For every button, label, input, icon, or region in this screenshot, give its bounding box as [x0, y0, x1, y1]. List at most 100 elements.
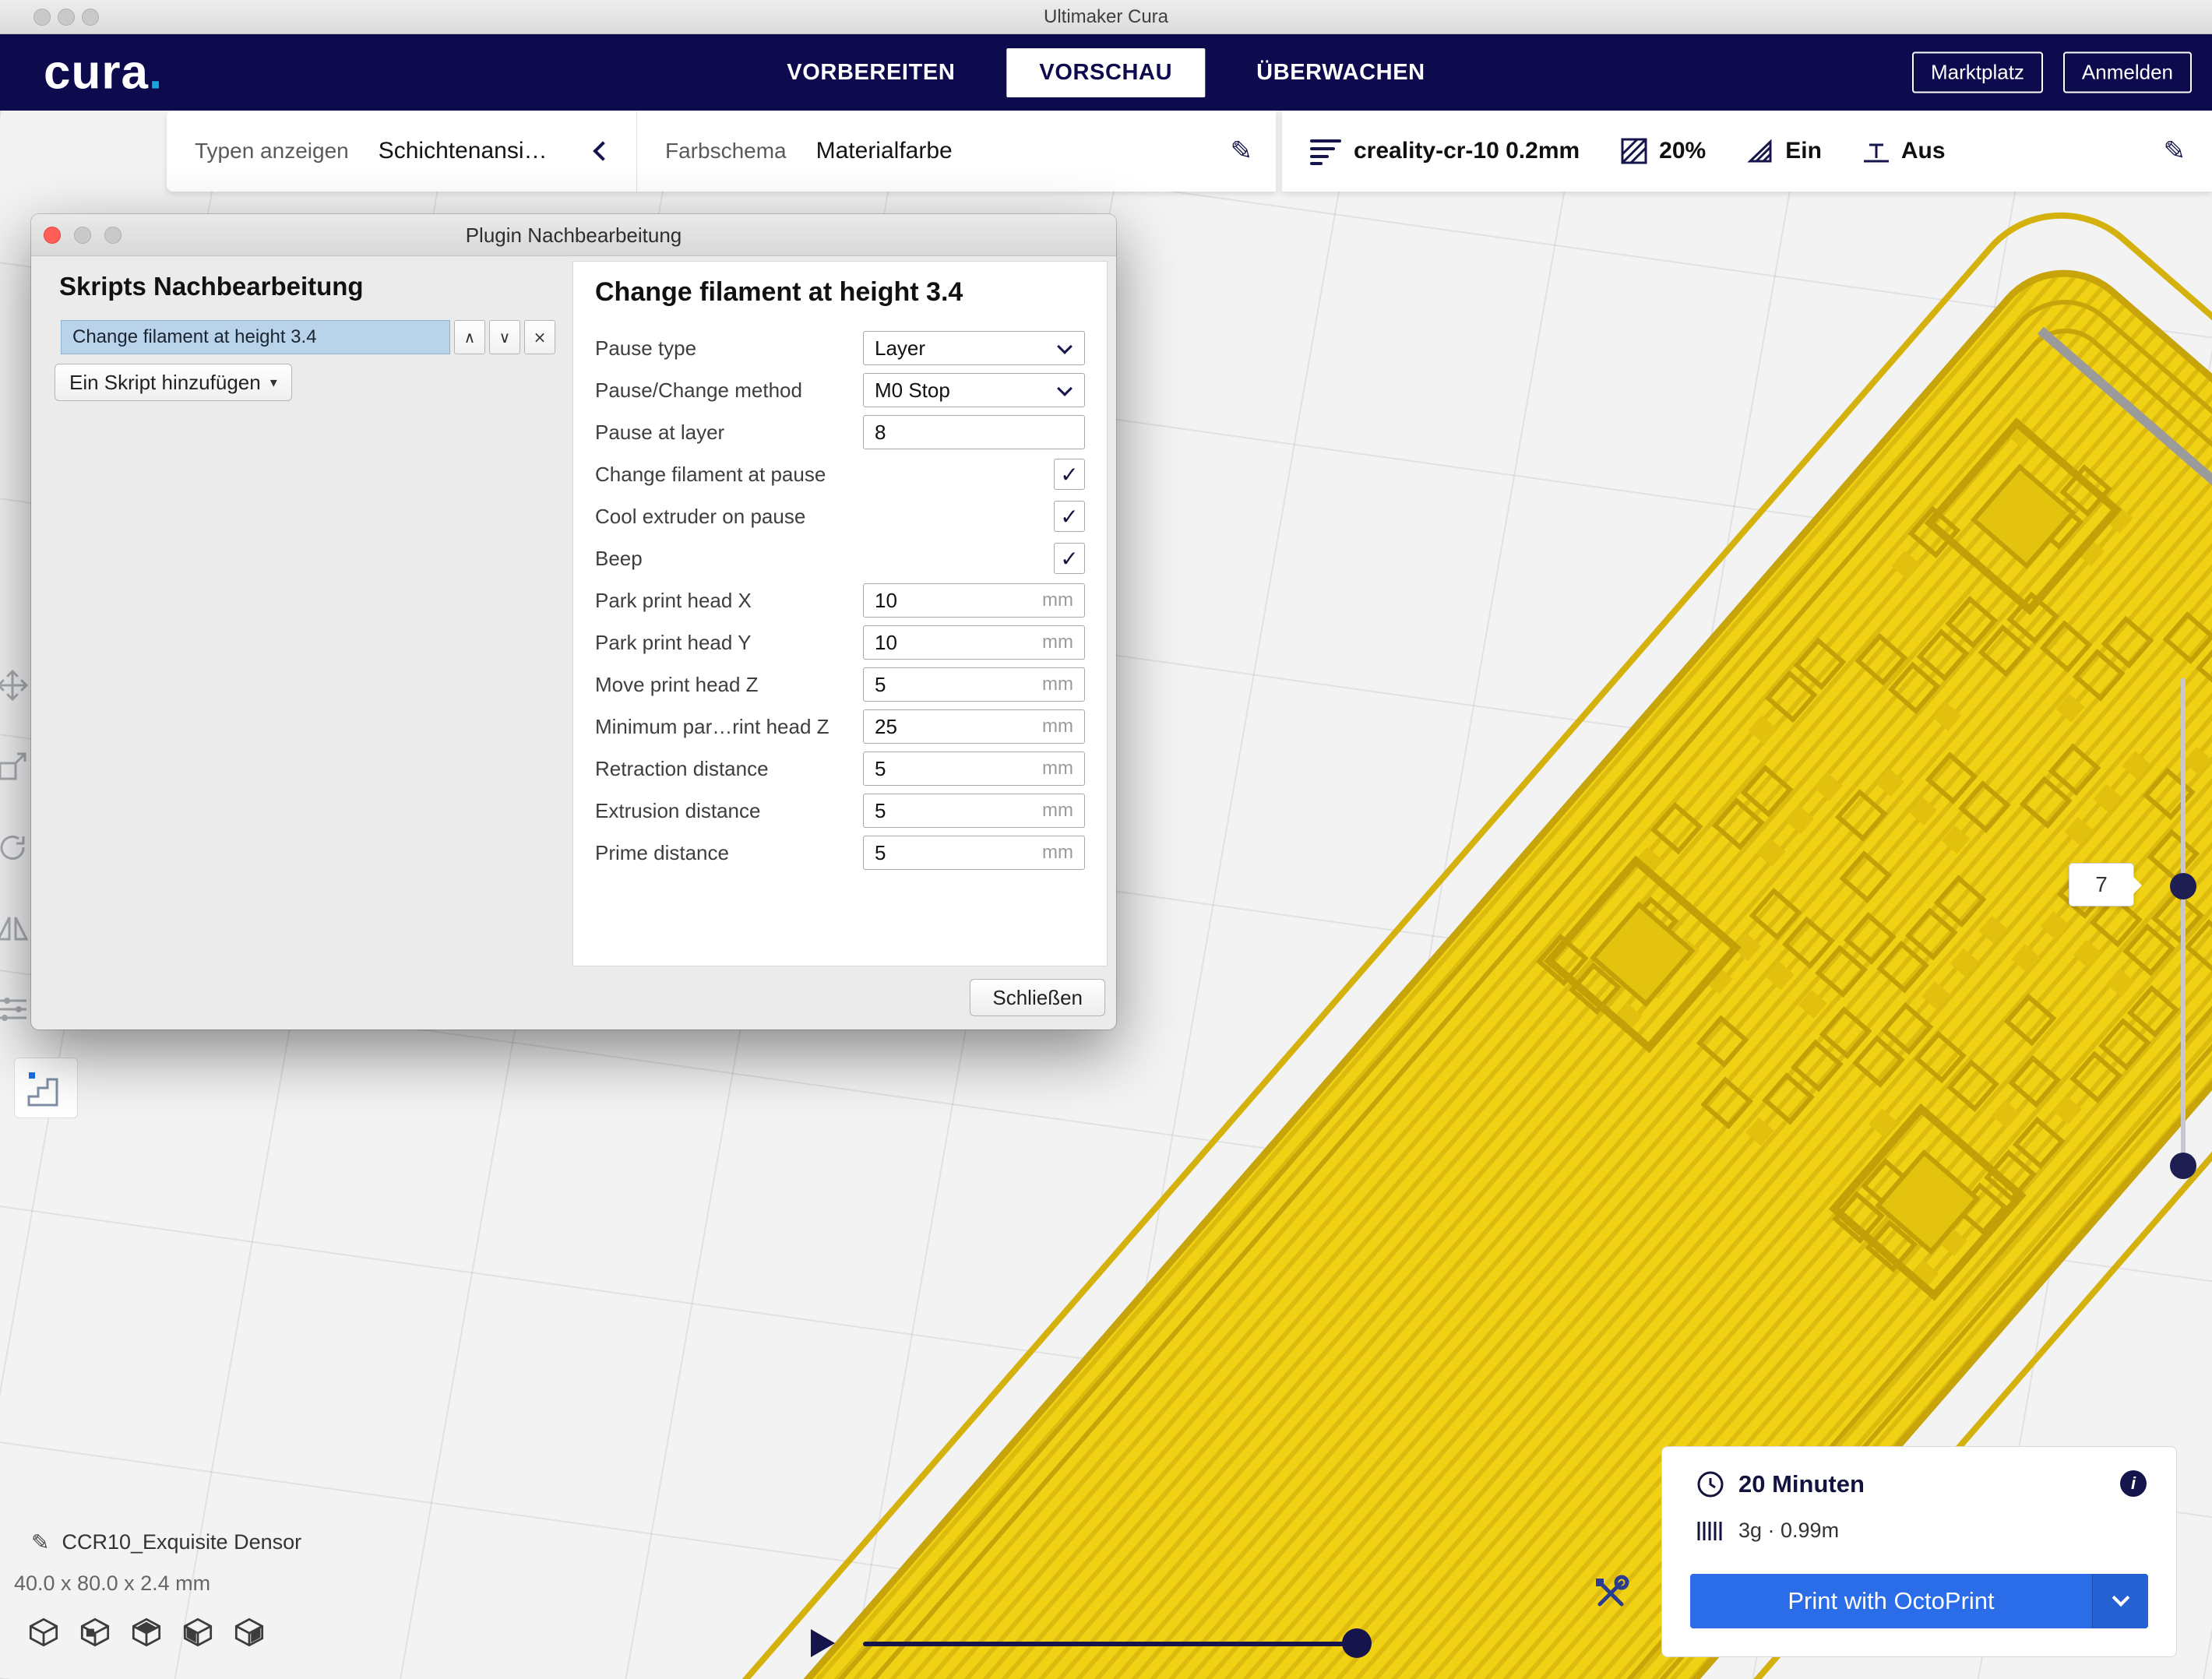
print-target-dropdown[interactable]	[2092, 1574, 2148, 1628]
signin-button[interactable]: Anmelden	[2063, 52, 2192, 93]
add-script-button[interactable]: Ein Skript hinzufügen ▾	[55, 364, 292, 401]
dialog-close-button[interactable]	[44, 227, 61, 244]
field-row: Move print head Z5mm	[595, 664, 1085, 706]
scripts-heading: Skripts Nachbearbeitung	[59, 272, 364, 301]
print-button-label: Print with OctoPrint	[1690, 1587, 2092, 1615]
layer-slider-track[interactable]	[2181, 678, 2186, 1172]
checkmark-icon: ✓	[1060, 504, 1078, 530]
print-settings-tools-icon[interactable]	[1590, 1573, 1631, 1614]
edit-print-settings-icon[interactable]: ✎	[2164, 136, 2186, 167]
print-summary-panel: 20 Minuten i 3g · 0.99m Print with OctoP…	[1661, 1446, 2177, 1657]
mirror-tool-icon[interactable]	[0, 911, 31, 945]
object-name: CCR10_Exquisite Densor	[62, 1530, 301, 1554]
dialog-zoom-button[interactable]	[104, 227, 122, 244]
view-right-icon[interactable]	[234, 1617, 265, 1648]
object-name-row: ✎ CCR10_Exquisite Densor	[31, 1529, 301, 1555]
tab-vorbereiten[interactable]: VORBEREITEN	[754, 48, 988, 97]
collapse-chevron-icon[interactable]	[593, 141, 612, 160]
field-select[interactable]: M0 Stop	[863, 373, 1085, 407]
checkmark-icon: ✓	[1060, 546, 1078, 572]
rotate-tool-icon[interactable]	[0, 830, 31, 864]
field-checkbox[interactable]: ✓	[1054, 459, 1085, 490]
field-label: Extrusion distance	[595, 799, 863, 823]
tab-vorschau[interactable]: VORSCHAU	[1006, 48, 1205, 97]
camera-view-presets	[28, 1617, 265, 1648]
adhesion-icon	[1862, 137, 1890, 165]
window-title: Ultimaker Cura	[0, 0, 2212, 34]
field-label: Pause/Change method	[595, 378, 863, 403]
field-row: Pause typeLayer	[595, 327, 1085, 369]
field-input[interactable]: 5mm	[863, 667, 1085, 702]
field-input[interactable]: 5mm	[863, 794, 1085, 828]
add-script-label: Ein Skript hinzufügen	[69, 371, 261, 395]
tab-ueberwachen[interactable]: ÜBERWACHEN	[1224, 48, 1458, 97]
window-minimize-button[interactable]	[58, 9, 75, 26]
field-input[interactable]: 10mm	[863, 625, 1085, 660]
window-zoom-button[interactable]	[82, 9, 99, 26]
field-input[interactable]: 10mm	[863, 583, 1085, 618]
field-input[interactable]: 5mm	[863, 752, 1085, 786]
app-window: Ultimaker Cura cura. VORBEREITEN VORSCHA…	[0, 0, 2212, 1679]
marketplace-button[interactable]: Marktplatz	[1912, 52, 2043, 93]
window-controls	[33, 9, 99, 26]
field-row: Extrusion distance5mm	[595, 790, 1085, 832]
field-input[interactable]: 8	[863, 415, 1085, 449]
view-3d-icon[interactable]	[28, 1617, 59, 1648]
edit-color-scheme-icon[interactable]: ✎	[1231, 136, 1253, 167]
selected-script-item[interactable]: Change filament at height 3.4	[61, 320, 450, 354]
field-input[interactable]: 25mm	[863, 709, 1085, 744]
playback-slider-handle[interactable]	[1342, 1628, 1372, 1658]
clock-icon	[1696, 1470, 1724, 1498]
per-model-settings-icon[interactable]	[0, 992, 31, 1026]
field-label: Cool extruder on pause	[595, 505, 1054, 529]
color-scheme-dropdown[interactable]: Materialfarbe	[816, 138, 953, 164]
view-front-icon[interactable]	[79, 1617, 111, 1648]
field-checkbox[interactable]: ✓	[1054, 501, 1085, 532]
field-row: Pause at layer8	[595, 411, 1085, 453]
field-input[interactable]: 5mm	[863, 836, 1085, 870]
color-scheme-label: Farbschema	[665, 139, 787, 164]
field-label: Prime distance	[595, 841, 863, 865]
material-usage-row: 3g · 0.99m	[1696, 1519, 1839, 1543]
window-close-button[interactable]	[33, 9, 51, 26]
field-row: Retraction distance5mm	[595, 748, 1085, 790]
info-icon[interactable]: i	[2120, 1470, 2147, 1497]
print-button[interactable]: Print with OctoPrint	[1690, 1574, 2148, 1628]
layer-indicator-badge: 7	[2069, 863, 2134, 906]
close-dialog-button[interactable]: Schließen	[970, 979, 1105, 1016]
field-checkbox[interactable]: ✓	[1054, 543, 1085, 574]
view-left-icon[interactable]	[182, 1617, 213, 1648]
unit-label: mm	[1042, 716, 1073, 737]
left-tool-column	[0, 668, 31, 1026]
field-select[interactable]: Layer	[863, 331, 1085, 365]
main-tabs: VORBEREITEN VORSCHAU ÜBERWACHEN	[754, 34, 1457, 111]
scale-tool-icon[interactable]	[0, 749, 31, 783]
window-titlebar: Ultimaker Cura	[0, 0, 2212, 34]
dialog-title: Plugin Nachbearbeitung	[31, 214, 1116, 256]
dropdown-arrow-icon: ▾	[270, 375, 277, 391]
dialog-fields: Pause typeLayerPause/Change methodM0 Sto…	[595, 327, 1085, 874]
script-move-down-button[interactable]: ∨	[489, 320, 520, 354]
object-list-panel[interactable]	[14, 1058, 78, 1118]
layer-slider-upper-handle[interactable]	[2170, 873, 2196, 899]
infill-summary: 20%	[1620, 137, 1706, 165]
print-settings-toolbar[interactable]: creality-cr-10 0.2mm 20% Ein	[1282, 111, 2212, 192]
play-button[interactable]	[811, 1629, 835, 1657]
script-list-row: Change filament at height 3.4 ∧ ∨ ×	[61, 320, 555, 354]
view-top-icon[interactable]	[131, 1617, 162, 1648]
script-settings-panel: Change filament at height 3.4 Pause type…	[572, 261, 1108, 966]
object-dimensions: 40.0 x 80.0 x 2.4 mm	[14, 1572, 210, 1596]
field-label: Pause type	[595, 336, 863, 361]
move-tool-icon[interactable]	[0, 668, 31, 702]
field-label: Retraction distance	[595, 757, 863, 781]
layer-slider-lower-handle[interactable]	[2170, 1153, 2196, 1179]
cura-logo: cura.	[44, 45, 163, 100]
view-type-dropdown[interactable]: Schichtenansi…	[379, 138, 548, 164]
dialog-minimize-button[interactable]	[74, 227, 91, 244]
playback-slider-track[interactable]	[863, 1642, 1361, 1646]
logo-text: cura	[44, 46, 149, 100]
script-move-up-button[interactable]: ∧	[454, 320, 485, 354]
field-label: Park print head Y	[595, 631, 863, 655]
script-remove-button[interactable]: ×	[524, 320, 555, 354]
rename-object-icon[interactable]: ✎	[31, 1529, 49, 1555]
